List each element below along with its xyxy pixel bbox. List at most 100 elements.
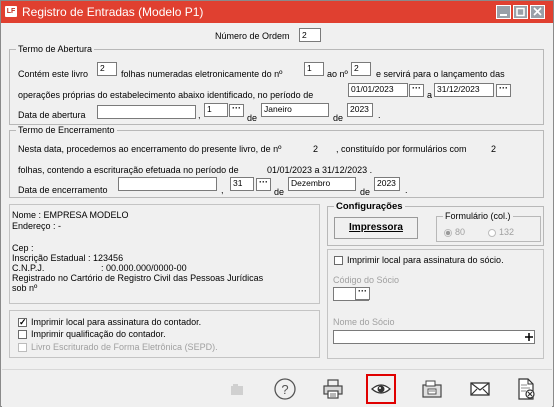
formulario-legend: Formulário (col.) xyxy=(443,211,513,221)
help-glyph: ? xyxy=(281,382,288,397)
formulario-132-label: 132 xyxy=(499,227,515,237)
radio-selected-icon xyxy=(444,228,452,237)
encerramento-text-2a: folhas, contendo a escrituração efetuada… xyxy=(18,165,239,175)
company-name: Nome : EMPRESA MODELO xyxy=(12,210,129,220)
minimize-button[interactable] xyxy=(496,5,511,19)
add-icon xyxy=(525,333,533,341)
to-number-input[interactable]: 2 xyxy=(351,62,371,76)
encerramento-city-input[interactable] xyxy=(118,177,217,191)
abertura-month-input[interactable]: Janeiro xyxy=(261,103,329,117)
folhas-input[interactable]: 2 xyxy=(97,62,117,76)
contador-qualificacao-label: Imprimir qualificação do contador. xyxy=(31,329,166,339)
encerramento-legend: Termo de Encerramento xyxy=(16,125,117,135)
company-address: Endereço : - xyxy=(12,221,62,231)
ellipsis-icon: ··· xyxy=(358,286,367,296)
contador-qualificacao-checkbox[interactable]: Imprimir qualificação do contador. xyxy=(18,329,166,340)
contador-local-label: Imprimir local para assinatura do contad… xyxy=(31,317,202,327)
close-icon xyxy=(533,7,542,16)
nome-socio-label: Nome do Sócio xyxy=(333,317,395,327)
company-cnpj-value: : 00.000.000/0000-00 xyxy=(101,263,187,273)
title-bar: LF Registro de Entradas (Modelo P1) xyxy=(1,1,553,23)
livro-sepd-checkbox: Livro Escriturado de Forma Eletrônica (S… xyxy=(18,342,218,353)
company-cnpj-label: C.N.P.J. xyxy=(12,263,45,273)
checkbox-checked-icon: ✓ xyxy=(18,317,27,328)
app-icon: LF xyxy=(5,6,17,17)
plus-icon[interactable] xyxy=(523,331,535,343)
abertura-day-picker-button[interactable]: ··· xyxy=(229,104,244,117)
encerramento-day-input[interactable]: 31 xyxy=(230,177,254,191)
close-button[interactable] xyxy=(530,5,545,19)
period-end-input[interactable]: 31/12/2023 xyxy=(434,83,494,97)
contador-local-checkbox[interactable]: ✓ Imprimir local para assinatura do conta… xyxy=(18,317,202,328)
abertura-de-2: de xyxy=(333,113,344,123)
print-button[interactable] xyxy=(320,376,346,402)
company-inscricao: Inscrição Estadual : 123456 xyxy=(12,253,124,263)
company-sob-numero: sob nº xyxy=(12,283,38,293)
period-start-input[interactable]: 01/01/2023 xyxy=(348,83,408,97)
preview-button[interactable] xyxy=(368,376,394,402)
checkbox-disabled-icon xyxy=(18,343,27,353)
maximize-icon xyxy=(516,7,525,17)
ellipsis-icon: ··· xyxy=(232,103,241,113)
document-close-icon xyxy=(518,378,535,400)
encerramento-day-picker-button[interactable]: ··· xyxy=(256,178,271,191)
period-end-picker-button[interactable]: ··· xyxy=(496,84,511,97)
abertura-text-1c: ao nº xyxy=(327,69,348,79)
nome-socio-dropdown[interactable] xyxy=(333,330,535,344)
abertura-text-1b: folhas numeradas eletronicamente do nº xyxy=(121,69,283,79)
codigo-socio-picker-button[interactable]: ··· xyxy=(355,287,370,300)
period-a-label: a xyxy=(427,90,433,100)
socio-local-checkbox[interactable]: Imprimir local para assinatura do sócio. xyxy=(334,255,504,266)
abertura-day-input[interactable]: 1 xyxy=(204,103,228,117)
abertura-year-input[interactable]: 2023 xyxy=(347,103,373,117)
email-button[interactable] xyxy=(467,376,493,402)
ordem-input[interactable]: 2 xyxy=(299,28,321,42)
radio-empty-icon xyxy=(488,228,496,237)
encerramento-de-1: de xyxy=(274,187,285,197)
eye-icon xyxy=(371,384,391,394)
abertura-text-1d: e servirá para o lançamento das xyxy=(376,69,505,79)
window-title: Registro de Entradas (Modelo P1) xyxy=(22,5,204,19)
configuracoes-legend: Configurações xyxy=(334,201,405,212)
help-icon: ? xyxy=(274,378,296,400)
encerramento-text-1b: , constituído por formulários com xyxy=(336,144,467,154)
help-button[interactable]: ? xyxy=(272,376,298,402)
encerramento-date-label: Data de encerramento xyxy=(18,185,108,195)
from-number-input[interactable]: 1 xyxy=(304,62,324,76)
maximize-button[interactable] xyxy=(513,5,528,19)
fax-button[interactable] xyxy=(419,376,445,402)
fax-icon xyxy=(422,380,442,398)
encerramento-form-count: 2 xyxy=(491,144,497,154)
encerramento-de-2: de xyxy=(360,187,371,197)
exit-button[interactable] xyxy=(513,376,539,402)
printer-icon xyxy=(323,379,343,399)
codigo-socio-label: Código do Sócio xyxy=(333,275,400,285)
formulario-80-option[interactable]: 80 xyxy=(444,227,465,237)
abertura-comma: , xyxy=(198,110,201,120)
checkbox-unchecked-icon xyxy=(334,256,343,266)
folder-button xyxy=(224,376,250,402)
ordem-label: Número de Ordem xyxy=(215,31,290,41)
formulario-80-label: 80 xyxy=(455,227,466,237)
abertura-de-1: de xyxy=(247,113,258,123)
encerramento-text-2b: 01/01/2023 a 31/12/2023 . xyxy=(267,165,373,175)
bottom-toolbar: ? xyxy=(2,369,552,407)
impressora-button[interactable]: Impressora xyxy=(334,217,418,239)
ellipsis-icon: ··· xyxy=(259,177,268,187)
envelope-icon xyxy=(470,382,490,396)
abertura-text-2: operações próprias do estabelecimento ab… xyxy=(18,90,314,100)
ellipsis-icon: ··· xyxy=(499,83,508,93)
encerramento-month-input[interactable]: Dezembro xyxy=(288,177,356,191)
period-start-picker-button[interactable]: ··· xyxy=(409,84,424,97)
livro-sepd-label: Livro Escriturado de Forma Eletrônica (S… xyxy=(31,342,218,352)
abertura-period: . xyxy=(378,110,381,120)
company-cep: Cep : xyxy=(12,243,34,253)
app-window: LF Registro de Entradas (Modelo P1) Núme… xyxy=(0,0,554,407)
abertura-city-input[interactable] xyxy=(97,105,196,119)
formulario-132-option[interactable]: 132 xyxy=(488,227,514,237)
encerramento-period: . xyxy=(405,185,408,195)
abertura-text-1a: Contém este livro xyxy=(18,69,89,79)
encerramento-livro-number: 2 xyxy=(313,144,319,154)
encerramento-year-input[interactable]: 2023 xyxy=(374,177,400,191)
minimize-icon xyxy=(500,14,507,16)
